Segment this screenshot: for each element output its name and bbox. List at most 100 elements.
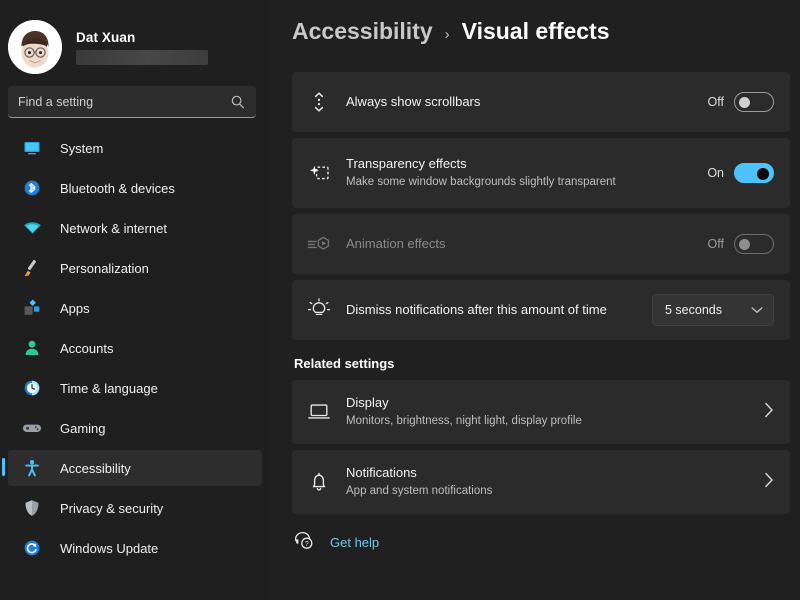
- page-title: Visual effects: [461, 18, 610, 44]
- toggle-state-label: On: [707, 166, 724, 180]
- transparency-icon: [306, 162, 332, 184]
- sidebar-item-accessibility[interactable]: Accessibility: [2, 450, 262, 486]
- row-body: Display Monitors, brightness, night ligh…: [332, 394, 764, 430]
- system-icon: [22, 138, 42, 158]
- related-item-title: Display: [346, 394, 389, 410]
- search-input[interactable]: [18, 94, 230, 109]
- sidebar-item-label: Privacy & security: [60, 500, 164, 516]
- related-item-title: Notifications: [346, 464, 417, 480]
- breadcrumb: Accessibility › Visual effects: [292, 18, 790, 64]
- svg-text:?: ?: [305, 541, 309, 548]
- update-icon: [22, 538, 42, 558]
- transparency-effects-toggle[interactable]: [734, 163, 774, 183]
- row-control: Off: [708, 234, 774, 254]
- search-box[interactable]: [8, 86, 256, 118]
- related-item-display[interactable]: Display Monitors, brightness, night ligh…: [292, 380, 790, 444]
- animation-icon: [306, 234, 332, 254]
- shield-icon: [22, 498, 42, 518]
- sidebar-item-label: Accounts: [60, 340, 114, 356]
- profile-email-redacted: [76, 49, 208, 65]
- profile-name: Dat Xuan: [76, 29, 136, 45]
- chevron-down-icon: [751, 303, 763, 317]
- row-body: Always show scrollbars: [332, 93, 708, 111]
- sidebar-item-label: Gaming: [60, 420, 106, 436]
- wifi-icon: [22, 218, 42, 238]
- sidebar-item-label: System: [60, 140, 104, 156]
- sidebar-item-label: Bluetooth & devices: [60, 180, 175, 196]
- sidebar-nav: System Bluetooth & devices Network & int…: [0, 130, 270, 566]
- scrollbar-icon: [306, 90, 332, 114]
- row-body: Transparency effects Make some window ba…: [332, 155, 707, 191]
- row-body: Dismiss notifications after this amount …: [332, 301, 652, 319]
- related-item-notifications[interactable]: Notifications App and system notificatio…: [292, 450, 790, 514]
- bluetooth-icon: [22, 178, 42, 198]
- sidebar-item-personalization[interactable]: Personalization: [8, 250, 262, 286]
- search-icon: [231, 95, 244, 108]
- row-body: Animation effects: [332, 235, 708, 253]
- help-headset-icon: ?: [294, 530, 314, 555]
- chevron-right-icon: [764, 472, 774, 493]
- sidebar-item-bluetooth-devices[interactable]: Bluetooth & devices: [8, 170, 262, 206]
- setting-row-transparency-effects[interactable]: Transparency effects Make some window ba…: [292, 138, 790, 208]
- profile-text: Dat Xuan: [76, 30, 208, 65]
- toggle-knob: [757, 168, 769, 180]
- sidebar-item-label: Accessibility: [60, 460, 131, 476]
- avatar: [8, 20, 62, 74]
- sidebar-item-accounts[interactable]: Accounts: [8, 330, 262, 366]
- bell-icon: [306, 471, 332, 493]
- search-container: [0, 76, 270, 118]
- breadcrumb-separator-icon: ›: [444, 26, 450, 43]
- row-control: Off: [708, 92, 774, 112]
- setting-row-animation-effects[interactable]: Animation effects Off: [292, 214, 790, 274]
- row-control: On: [707, 163, 774, 183]
- setting-title: Transparency effects: [346, 155, 467, 171]
- sidebar-item-gaming[interactable]: Gaming: [8, 410, 262, 446]
- setting-title: Dismiss notifications after this amount …: [346, 302, 607, 318]
- row-body: Notifications App and system notificatio…: [332, 464, 764, 500]
- setting-title: Always show scrollbars: [346, 94, 481, 110]
- sidebar-item-label: Network & internet: [60, 220, 167, 236]
- clock-icon: [22, 378, 42, 398]
- related-item-description: App and system notifications: [346, 485, 493, 498]
- settings-window: Dat Xuan System: [0, 0, 800, 600]
- dropdown-selected-value: 5 seconds: [665, 303, 722, 317]
- sidebar-item-label: Apps: [60, 300, 90, 316]
- sidebar-item-apps[interactable]: Apps: [8, 290, 262, 326]
- sidebar: Dat Xuan System: [0, 0, 270, 600]
- user-profile[interactable]: Dat Xuan: [0, 0, 270, 76]
- breadcrumb-parent[interactable]: Accessibility: [292, 18, 433, 45]
- sidebar-item-label: Personalization: [60, 260, 149, 276]
- always-show-scrollbars-toggle[interactable]: [734, 92, 774, 112]
- sidebar-item-system[interactable]: System: [8, 130, 262, 166]
- toggle-knob: [739, 97, 750, 108]
- toggle-state-label: Off: [707, 237, 724, 251]
- chevron-right-icon: [764, 402, 774, 423]
- setting-title: Animation effects: [346, 236, 446, 252]
- sidebar-item-label: Windows Update: [60, 540, 159, 556]
- gamepad-icon: [22, 418, 42, 438]
- setting-description: Make some window backgrounds slightly tr…: [346, 176, 616, 189]
- user-avatar-memoji-icon: [8, 20, 62, 74]
- sidebar-item-label: Time & language: [60, 380, 158, 396]
- related-item-description: Monitors, brightness, night light, displ…: [346, 415, 582, 428]
- sidebar-item-windows-update[interactable]: Windows Update: [8, 530, 262, 566]
- sidebar-item-time-language[interactable]: Time & language: [8, 370, 262, 406]
- get-help-link[interactable]: ? Get help: [292, 530, 790, 555]
- setting-row-dismiss-notifications[interactable]: Dismiss notifications after this amount …: [292, 280, 790, 340]
- row-control: 5 seconds: [652, 294, 774, 326]
- account-icon: [22, 338, 42, 358]
- settings-list: Always show scrollbars Off Transparency …: [292, 72, 790, 340]
- notification-timer-icon: [306, 298, 332, 322]
- accessibility-icon: [22, 458, 42, 478]
- toggle-state-label: Off: [707, 95, 724, 109]
- paintbrush-icon: [22, 258, 42, 278]
- monitor-icon: [306, 402, 332, 422]
- get-help-label: Get help: [330, 535, 380, 550]
- sidebar-item-network-internet[interactable]: Network & internet: [8, 210, 262, 246]
- animation-effects-toggle[interactable]: [734, 234, 774, 254]
- setting-row-always-show-scrollbars[interactable]: Always show scrollbars Off: [292, 72, 790, 132]
- content-area: Accessibility › Visual effects Always sh…: [270, 0, 800, 600]
- sidebar-item-privacy-security[interactable]: Privacy & security: [8, 490, 262, 526]
- toggle-knob: [739, 239, 750, 250]
- dismiss-notifications-dropdown[interactable]: 5 seconds: [652, 294, 774, 326]
